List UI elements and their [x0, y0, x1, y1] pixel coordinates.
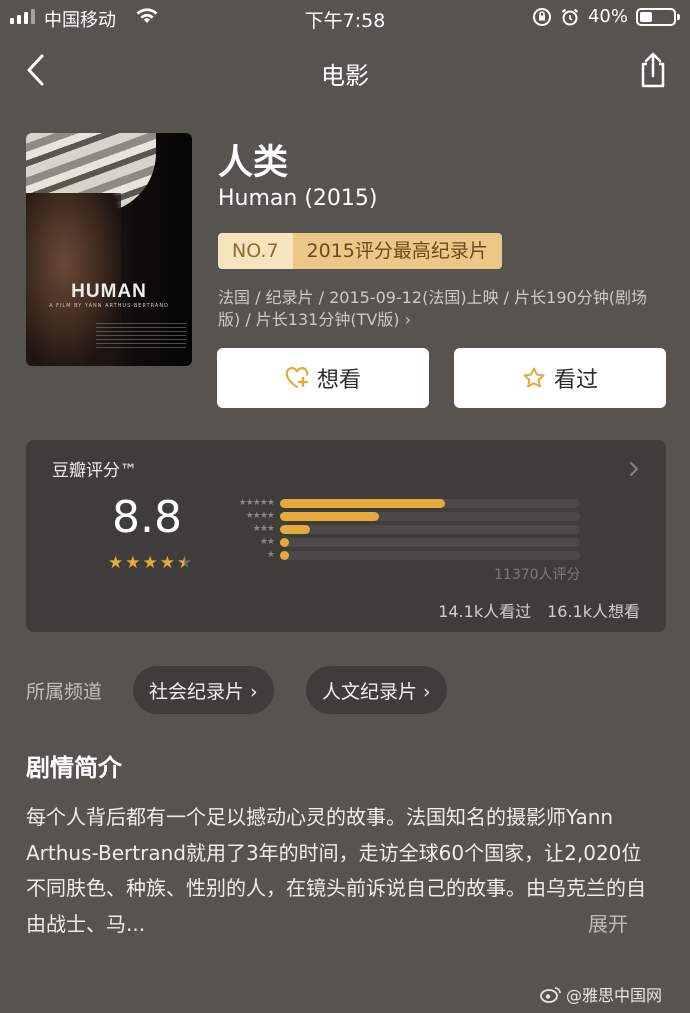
rating-star-icon: ★ [108, 553, 124, 573]
channel-chip-social-documentary[interactable]: 社会纪录片 › [133, 666, 274, 714]
synopsis-text: 每个人背后都有一个足以撼动心灵的故事。法国知名的摄影师Yann Arthus-B… [26, 805, 646, 936]
distribution-track [280, 525, 580, 534]
channel-label: 所属频道 [26, 681, 103, 703]
distribution-bar [280, 551, 289, 560]
watermark: @雅思中国网 [540, 982, 662, 1006]
synopsis-title: 剧情简介 [26, 754, 122, 782]
battery-percent: 40% [587, 6, 628, 27]
rank-description: 2015评分最高纪录片 [292, 233, 502, 269]
seen-count: 14.1k人看过 [438, 602, 532, 621]
expand-link[interactable]: 展开 [588, 908, 628, 937]
share-icon [641, 52, 665, 88]
distribution-track [280, 551, 580, 560]
watermark-text: @雅思中国网 [566, 986, 663, 1005]
want-count: 16.1k人想看 [547, 602, 640, 621]
rating-star-icon: ★ [125, 553, 141, 573]
alarm-icon [561, 8, 579, 25]
rating-star-icon: ★ [142, 553, 158, 573]
want-label: 想看 [316, 368, 361, 393]
movie-title: 人类 [218, 143, 289, 183]
seen-button[interactable]: 看过 [454, 348, 666, 408]
rating-score: 8.8 [112, 492, 182, 543]
poster-credits [96, 323, 186, 349]
channel-chip-label: 人文纪录片 › [322, 680, 431, 703]
rating-stats: 14.1k人看过 16.1k人想看 [438, 598, 640, 622]
chevron-right-icon [628, 460, 640, 482]
heart-plus-icon [285, 367, 309, 389]
distribution-bar [280, 499, 445, 508]
rating-stars: ★ ★ ★ ★ ★ [108, 554, 192, 572]
distribution-bar [280, 538, 289, 547]
poster-title: HUMAN [71, 281, 147, 302]
share-button[interactable] [636, 50, 670, 90]
rating-count: 11370人评分 [494, 567, 581, 583]
rating-title: 豆瓣评分™ [52, 461, 137, 481]
distribution-track [280, 499, 580, 508]
rating-card[interactable]: 豆瓣评分™ 8.8 ★ ★ ★ ★ ★ ★★★★★ ★★★★ ★★★ ★★ ★ 11370人评分… [26, 440, 666, 632]
rating-star-icon: ★ [159, 553, 175, 573]
distribution-stars-label: ★★★★★ [238, 498, 275, 508]
movie-poster[interactable]: HUMAN A FILM BY YANN ARTHUS-BERTRAND [26, 133, 192, 366]
distribution-stars-label: ★ [266, 550, 275, 560]
channel-chip-label: 社会纪录片 › [149, 680, 258, 703]
distribution-track [280, 512, 580, 521]
poster-subtitle: A FILM BY YANN ARTHUS-BERTRAND [49, 303, 169, 309]
channel-chip-humanities-documentary[interactable]: 人文纪录片 › [306, 666, 447, 714]
seen-label: 看过 [553, 368, 598, 393]
status-icons: 40% [532, 6, 680, 27]
movie-meta[interactable]: 法国 / 纪录片 / 2015-09-12(法国)上映 / 片长190分钟(剧场… [218, 287, 668, 331]
rating-star-icon: ★ [177, 553, 193, 573]
distribution-stars-label: ★★ [259, 537, 275, 547]
rank-number: NO.7 [218, 233, 293, 269]
movie-original-title: Human (2015) [218, 186, 378, 211]
weibo-icon [540, 987, 561, 1003]
want-to-watch-button[interactable]: 想看 [217, 348, 429, 408]
distribution-bar [280, 525, 310, 534]
distribution-stars-label: ★★★ [252, 524, 275, 534]
orientation-lock-icon [532, 7, 551, 26]
battery-icon [636, 7, 680, 26]
distribution-stars-label: ★★★★ [245, 511, 275, 521]
page-title: 电影 [321, 62, 369, 90]
ranking-badge[interactable]: NO.7 2015评分最高纪录片 [218, 233, 502, 269]
star-outline-icon [523, 367, 545, 388]
distribution-bar [280, 512, 379, 521]
status-bar: 中国移动 下午7:58 40% [0, 0, 690, 36]
distribution-track [280, 538, 580, 547]
